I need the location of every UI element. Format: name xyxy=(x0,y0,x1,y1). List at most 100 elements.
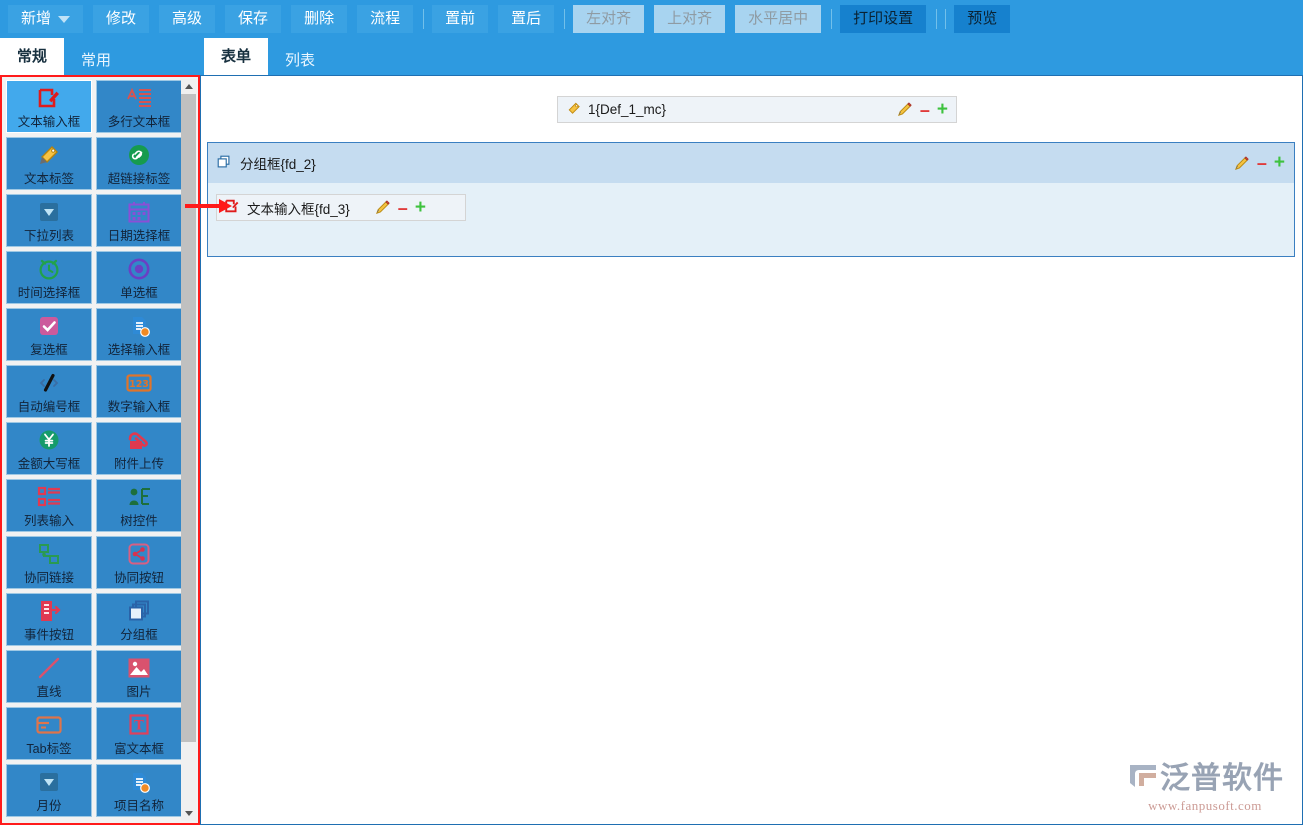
group-box-container[interactable]: 分组框{fd_2} – + 文本输入框{fd_3} – + xyxy=(207,142,1295,257)
palette-item-1[interactable]: 多行文本框 xyxy=(96,80,182,133)
palette-item-9[interactable]: 选择输入框 xyxy=(96,308,182,361)
palette-item-label: 文本输入框 xyxy=(17,115,81,129)
toolbar-button-4[interactable]: 删除 xyxy=(291,5,348,33)
chevron-down-icon[interactable] xyxy=(58,15,71,23)
palette-item-20[interactable]: 直线 xyxy=(6,650,92,703)
toolbar-button-14[interactable]: 打印设置 xyxy=(840,5,927,33)
palette-item-14[interactable]: 列表输入 xyxy=(6,479,92,532)
tag-label-icon xyxy=(566,101,581,119)
palette-item-label: 列表输入 xyxy=(23,514,74,528)
palette-tab-0[interactable]: 常规 xyxy=(0,38,65,75)
scroll-down-arrow-icon[interactable] xyxy=(181,806,196,821)
designer-tab-1[interactable]: 列表 xyxy=(268,46,332,75)
form-field-row-fd3[interactable]: 文本输入框{fd_3} – + xyxy=(216,194,466,221)
palette-item-16[interactable]: 协同链接 xyxy=(6,536,92,589)
line-icon xyxy=(7,655,91,681)
remove-icon[interactable]: – xyxy=(398,199,408,217)
palette-item-label: 协同链接 xyxy=(23,571,74,585)
add-icon[interactable]: + xyxy=(415,198,426,217)
form-field-row-def1[interactable]: 1{Def_1_mc} – + xyxy=(557,96,957,123)
palette-item-2[interactable]: 文本标签 xyxy=(6,137,92,190)
month-dropdown-icon xyxy=(7,769,91,795)
edit-icon[interactable] xyxy=(1233,155,1250,172)
multiline-text-icon xyxy=(97,85,181,111)
toolbar-button-8[interactable]: 置后 xyxy=(498,5,555,33)
palette-item-3[interactable]: 超链接标签 xyxy=(96,137,182,190)
palette-item-label: 多行文本框 xyxy=(107,115,171,129)
list-input-icon xyxy=(7,484,91,510)
link-node-icon xyxy=(7,541,91,567)
palette-item-5[interactable]: 日期选择框 xyxy=(96,194,182,247)
palette-item-21[interactable]: 图片 xyxy=(96,650,182,703)
toolbar-button-3[interactable]: 保存 xyxy=(225,5,282,33)
palette-item-label: 时间选择框 xyxy=(17,286,81,300)
palette-item-label: 事件按钮 xyxy=(23,628,74,642)
palette-item-label: 金额大写框 xyxy=(17,457,81,471)
group-box-header[interactable]: 分组框{fd_2} – + xyxy=(208,143,1294,183)
toolbar-button-5[interactable]: 流程 xyxy=(357,5,414,33)
edit-icon[interactable] xyxy=(896,101,913,118)
designer-tab-0[interactable]: 表单 xyxy=(204,38,269,75)
palette-item-23[interactable]: T 富文本框 xyxy=(96,707,182,760)
currency-icon xyxy=(7,427,91,453)
palette-item-label: 下拉列表 xyxy=(23,229,74,243)
project-name-icon xyxy=(97,769,181,795)
palette-item-7[interactable]: 单选框 xyxy=(96,251,182,304)
palette-item-24[interactable]: 月份 xyxy=(6,764,92,817)
toolbar-button-label: 预览 xyxy=(967,10,998,27)
palette-item-8[interactable]: 复选框 xyxy=(6,308,92,361)
toolbar-button-label: 置后 xyxy=(511,10,542,27)
palette-item-25[interactable]: 项目名称 xyxy=(96,764,182,817)
form-field-label: 1{Def_1_mc} xyxy=(588,102,667,117)
toolbar-button-label: 打印设置 xyxy=(853,10,914,27)
scroll-up-arrow-icon[interactable] xyxy=(181,79,196,94)
toolbar-button-label: 置前 xyxy=(445,10,476,27)
palette-item-label: 分组框 xyxy=(120,628,158,642)
palette-item-6[interactable]: 时间选择框 xyxy=(6,251,92,304)
radio-button-icon xyxy=(97,256,181,282)
form-field-label: 文本输入框{fd_3} xyxy=(247,201,350,217)
palette-tab-1[interactable]: 常用 xyxy=(64,46,128,75)
palette-item-label: 月份 xyxy=(36,799,62,813)
control-palette: 文本输入框 多行文本框文本标签 超链接标签下拉列表 日期选择框时间选择框 单选框复选框 选… xyxy=(0,75,200,825)
palette-item-10[interactable]: 自动编号框 xyxy=(6,365,92,418)
palette-item-4[interactable]: 下拉列表 xyxy=(6,194,92,247)
palette-item-0[interactable]: 文本输入框 xyxy=(6,80,92,133)
palette-scrollbar[interactable] xyxy=(181,79,196,821)
palette-scrollbar-thumb[interactable] xyxy=(181,94,196,742)
palette-item-label: 图片 xyxy=(126,685,152,699)
toolbar-separator xyxy=(831,9,833,29)
field-action-group: – + xyxy=(374,198,426,217)
toolbar-button-17[interactable]: 预览 xyxy=(954,5,1011,33)
palette-item-18[interactable]: 事件按钮 xyxy=(6,593,92,646)
add-icon[interactable]: + xyxy=(1274,153,1285,172)
edit-icon[interactable] xyxy=(374,199,391,216)
palette-item-19[interactable]: 分组框 xyxy=(96,593,182,646)
toolbar-button-label: 上对齐 xyxy=(667,10,713,27)
share-button-icon xyxy=(97,541,181,567)
toolbar-button-label: 删除 xyxy=(304,10,335,27)
remove-icon[interactable]: – xyxy=(920,101,930,119)
add-icon[interactable]: + xyxy=(937,100,948,119)
toolbar-button-0[interactable]: 新增 xyxy=(8,5,84,33)
toolbar-separator xyxy=(945,9,947,29)
remove-icon[interactable]: – xyxy=(1257,154,1267,172)
toolbar-separator xyxy=(936,9,938,29)
image-icon xyxy=(97,655,181,681)
form-design-canvas[interactable]: 1{Def_1_mc} – + 分组框{fd_2} – + 文本输入框{fd_3… xyxy=(200,75,1303,825)
tag-label-icon xyxy=(7,142,91,168)
palette-item-22[interactable]: Tab标签 xyxy=(6,707,92,760)
toolbar-button-7[interactable]: 置前 xyxy=(432,5,489,33)
toolbar-button-1[interactable]: 修改 xyxy=(93,5,150,33)
palette-item-13[interactable]: 附件上传 xyxy=(96,422,182,475)
toolbar-button-2[interactable]: 高级 xyxy=(159,5,216,33)
palette-item-11[interactable]: 123 数字输入框 xyxy=(96,365,182,418)
palette-item-label: 复选框 xyxy=(30,343,68,357)
svg-text:T: T xyxy=(134,719,144,734)
palette-item-17[interactable]: 协同按钮 xyxy=(96,536,182,589)
calendar-icon xyxy=(97,199,181,225)
palette-item-15[interactable]: 树控件 xyxy=(96,479,182,532)
toolbar-button-10: 左对齐 xyxy=(573,5,645,33)
palette-item-12[interactable]: 金额大写框 xyxy=(6,422,92,475)
fanpu-mark-icon xyxy=(1130,765,1156,787)
